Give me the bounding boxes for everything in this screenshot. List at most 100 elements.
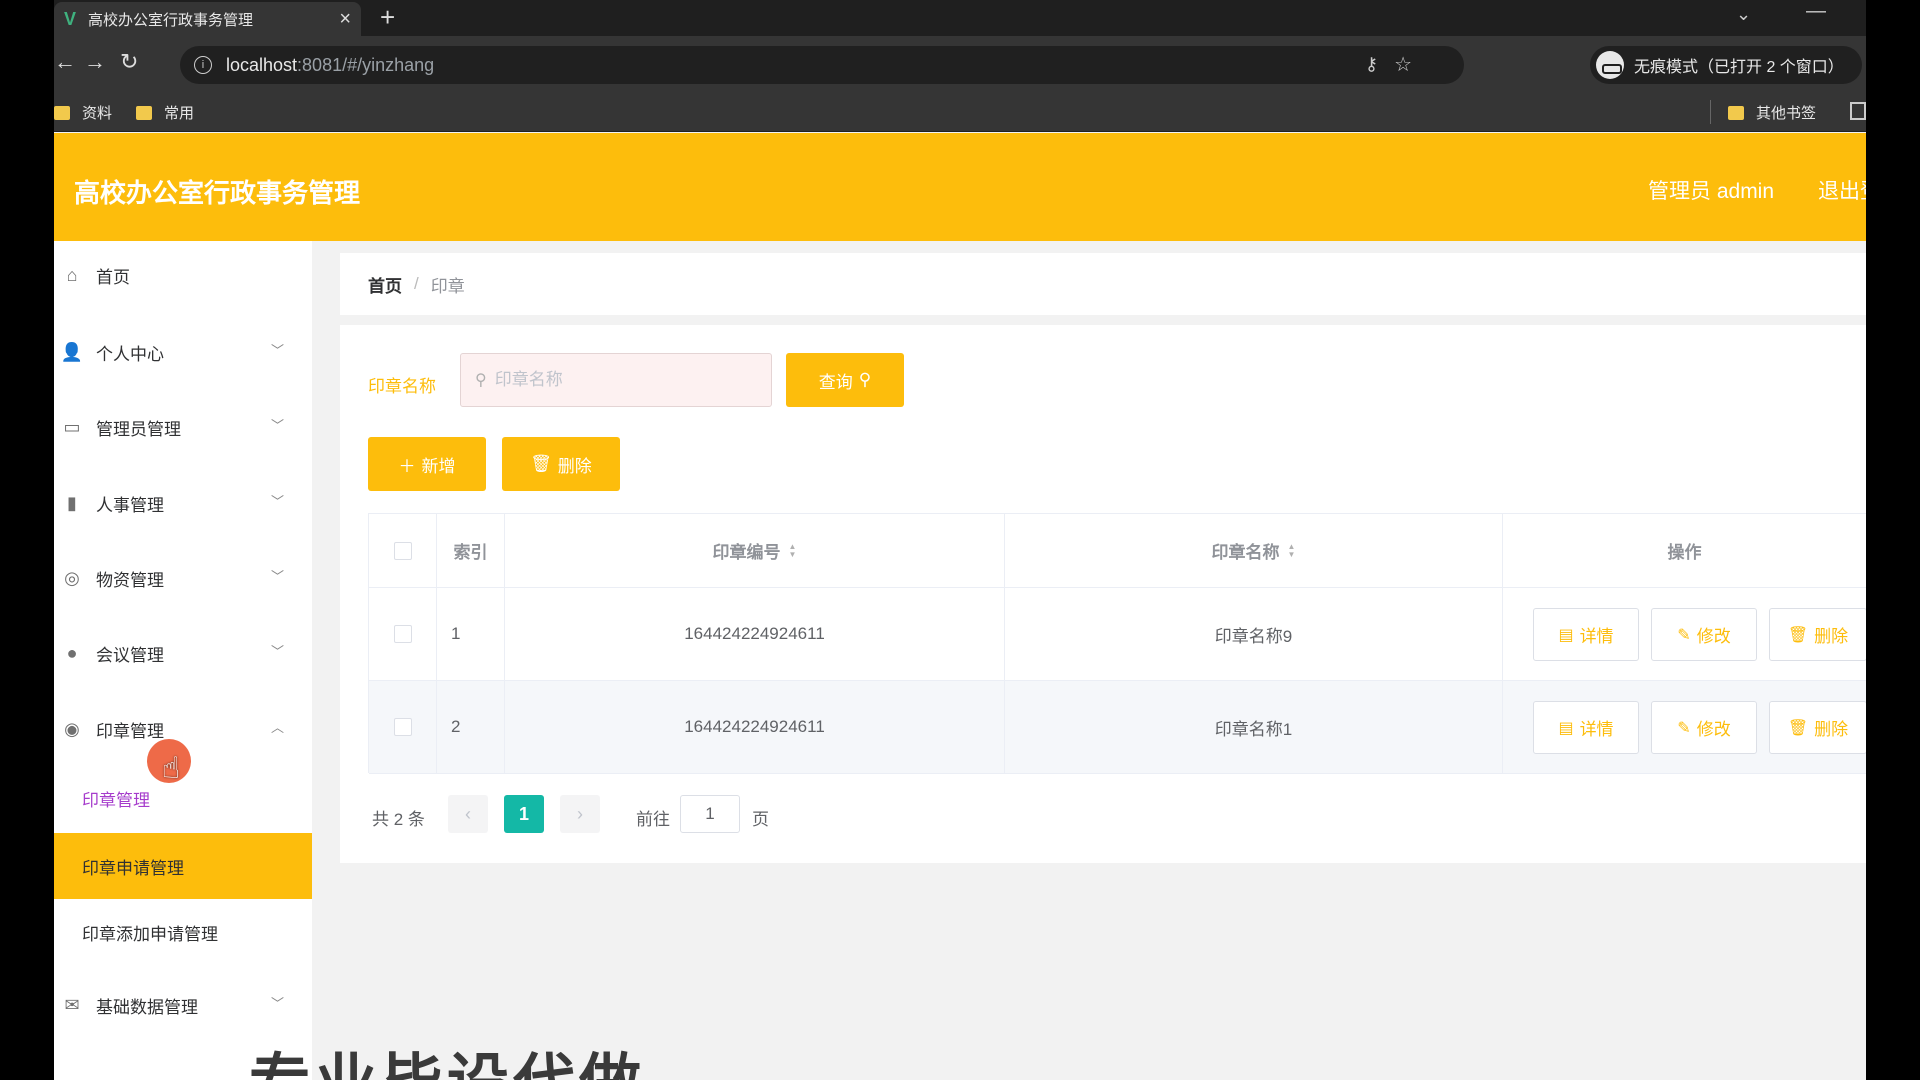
column-header-label: 印章名称 xyxy=(1211,543,1280,562)
delete-button-label: 删除 xyxy=(557,456,592,476)
sidebar-item-hr[interactable]: ▮ 人事管理 ﹀ xyxy=(54,475,312,531)
search-input[interactable] xyxy=(494,370,755,390)
overlay-caption: 专业毕设代做 xyxy=(249,1032,645,1080)
chevron-down-icon: ﹀ xyxy=(270,644,284,659)
row-checkbox[interactable] xyxy=(393,718,412,736)
url-path: :8081/#/yinzhang xyxy=(297,54,435,75)
sidebar-item-label: 人事管理 xyxy=(96,495,164,515)
incognito-label: 无痕模式（已打开 2 个窗口） xyxy=(1634,59,1844,76)
row-checkbox-cell xyxy=(369,681,437,774)
sidebar-subitem-seal-apply[interactable]: 印章申请管理 xyxy=(54,833,312,899)
sidebar-item-personal[interactable]: 👤 个人中心 ﹀ xyxy=(54,324,312,380)
sort-icon[interactable]: ▲ ▼ xyxy=(789,542,797,559)
bookmark-star-icon[interactable]: ☆ xyxy=(1394,52,1412,77)
column-header-code[interactable]: 印章编号 ▲ ▼ xyxy=(505,514,1005,588)
sidebar-item-admin[interactable]: ▭ 管理员管理 ﹀ xyxy=(54,399,312,455)
mail-icon: ✉ xyxy=(64,994,80,1015)
logout-link[interactable]: 退出登录 xyxy=(1818,175,1866,205)
search-field[interactable]: ⚲ xyxy=(460,353,772,407)
seal-table: 索引 印章编号 ▲ ▼ 印章名称 ▲ ▼ 操作 1 16442422492461… xyxy=(368,513,1866,774)
cell-name: 印章名称9 xyxy=(1005,588,1503,681)
sidebar-item-home[interactable]: ⌂ 首页 xyxy=(54,247,312,303)
new-tab-button[interactable]: + xyxy=(380,4,395,30)
sidebar-item-label: 印章管理 xyxy=(96,721,164,741)
edit-button-label: 修改 xyxy=(1696,627,1731,646)
minimize-icon[interactable]: — xyxy=(1806,0,1826,23)
column-header-index: 索引 xyxy=(437,514,505,588)
bookmark-folder-other[interactable]: 其他书签 xyxy=(1728,102,1816,123)
reading-list-icon[interactable] xyxy=(1850,102,1866,120)
edit-button[interactable]: ✎ 修改 xyxy=(1651,701,1757,754)
key-icon[interactable]: ⚷ xyxy=(1365,54,1378,75)
main-content: 首页 / 印章 印章名称 ⚲ 查询 ⚲ ＋ 新增 🗑 xyxy=(312,241,1866,1080)
bookmark-folder-changyong[interactable]: 常用 xyxy=(136,102,194,123)
batch-delete-button[interactable]: 🗑 删除 xyxy=(502,437,620,491)
query-button[interactable]: 查询 ⚲ xyxy=(786,353,904,407)
incognito-indicator[interactable]: 无痕模式（已打开 2 个窗口） xyxy=(1590,46,1862,84)
site-info-icon[interactable]: i xyxy=(194,56,212,74)
lightbulb-icon: ● xyxy=(66,642,78,663)
sidebar-item-meeting[interactable]: ● 会议管理 ﹀ xyxy=(54,625,312,681)
chevron-down-icon: ﹀ xyxy=(270,494,284,509)
goto-label: 前往 xyxy=(636,810,670,829)
sort-icon[interactable]: ▲ ▼ xyxy=(1288,542,1296,559)
page-number-button[interactable]: 1 xyxy=(504,795,544,833)
breadcrumb-home[interactable]: 首页 xyxy=(368,272,402,297)
delete-button-label: 删除 xyxy=(1814,627,1849,646)
user-icon: 👤 xyxy=(60,341,84,362)
column-header-name[interactable]: 印章名称 ▲ ▼ xyxy=(1005,514,1503,588)
edit-pencil-icon: ✎ xyxy=(1677,719,1691,737)
forward-arrow-icon[interactable]: → xyxy=(84,49,106,75)
cell-code: 164424224924611 xyxy=(505,588,1005,681)
trash-icon: 🗑 xyxy=(1787,719,1809,737)
goto-page-input[interactable] xyxy=(680,795,740,833)
row-checkbox[interactable] xyxy=(393,625,412,643)
chevron-down-icon: ﹀ xyxy=(270,343,284,358)
bookmarks-bar: 资料 常用 其他书签 xyxy=(54,92,1866,132)
sidebar-subitem-label: 印章添加申请管理 xyxy=(82,924,218,944)
content-card: 印章名称 ⚲ 查询 ⚲ ＋ 新增 🗑 删除 xyxy=(340,325,1866,863)
search-icon: ⚲ xyxy=(475,372,487,389)
url-host: localhost xyxy=(226,54,298,75)
detail-button-label: 详情 xyxy=(1579,627,1614,646)
browser-tab[interactable]: V 高校办公室行政事务管理 × xyxy=(54,2,361,36)
tab-search-chevron-icon[interactable]: ⌄ xyxy=(1736,4,1751,25)
select-all-checkbox[interactable] xyxy=(393,541,412,560)
row-delete-button[interactable]: 🗑 删除 xyxy=(1769,608,1866,661)
select-all-cell xyxy=(369,514,437,588)
folder-icon xyxy=(1728,105,1744,120)
sidebar-item-base-data[interactable]: ✉ 基础数据管理 ﹀ xyxy=(54,977,312,1033)
folder-icon xyxy=(54,105,70,120)
close-icon[interactable]: × xyxy=(339,8,351,31)
chevron-up-icon: ︿ xyxy=(270,720,284,735)
app-root: 高校办公室行政事务管理 管理员 admin 退出登录 ⌂ 首页 👤 个人中心 ﹀… xyxy=(54,133,1866,1080)
sidebar-subitem-label: 印章申请管理 xyxy=(82,858,184,878)
hand-cursor-icon: ☝ xyxy=(162,752,181,785)
detail-button[interactable]: ▤ 详情 xyxy=(1533,608,1639,661)
admin-user-label: 管理员 admin xyxy=(1648,180,1775,203)
reload-icon[interactable]: ↻ xyxy=(120,49,138,75)
next-page-button[interactable]: › xyxy=(560,795,600,833)
sidebar-subitem-seal-add-apply[interactable]: 印章添加申请管理 xyxy=(54,899,312,965)
folder-icon xyxy=(136,105,152,120)
chevron-down-icon: ﹀ xyxy=(270,418,284,433)
prev-page-button[interactable]: ‹ xyxy=(448,795,488,833)
row-delete-button[interactable]: 🗑 删除 xyxy=(1769,701,1866,754)
bookmark-label: 资料 xyxy=(82,105,113,122)
books-icon: ▮ xyxy=(67,492,77,513)
edit-pencil-icon: ✎ xyxy=(1677,626,1691,644)
plus-icon: ＋ xyxy=(398,456,416,476)
back-arrow-icon[interactable]: ← xyxy=(54,49,76,75)
breadcrumb-current: 印章 xyxy=(430,276,465,296)
bookmark-folder-ziliao[interactable]: 资料 xyxy=(54,102,112,123)
cell-index: 2 xyxy=(437,681,505,774)
app-header: 高校办公室行政事务管理 管理员 admin 退出登录 xyxy=(54,133,1866,241)
detail-button[interactable]: ▤ 详情 xyxy=(1533,701,1639,754)
edit-button[interactable]: ✎ 修改 xyxy=(1651,608,1757,661)
sidebar-item-supplies[interactable]: ◎ 物资管理 ﹀ xyxy=(54,550,312,606)
address-bar[interactable]: i localhost :8081/#/yinzhang ⚷ ☆ xyxy=(180,46,1464,84)
add-button[interactable]: ＋ 新增 xyxy=(368,437,486,491)
cell-name: 印章名称1 xyxy=(1005,681,1503,774)
tab-bar: V 高校办公室行政事务管理 × + ⌄ — xyxy=(54,0,1866,36)
browser-window: V 高校办公室行政事务管理 × + ⌄ — ← → ↻ i localhost … xyxy=(54,0,1866,1080)
